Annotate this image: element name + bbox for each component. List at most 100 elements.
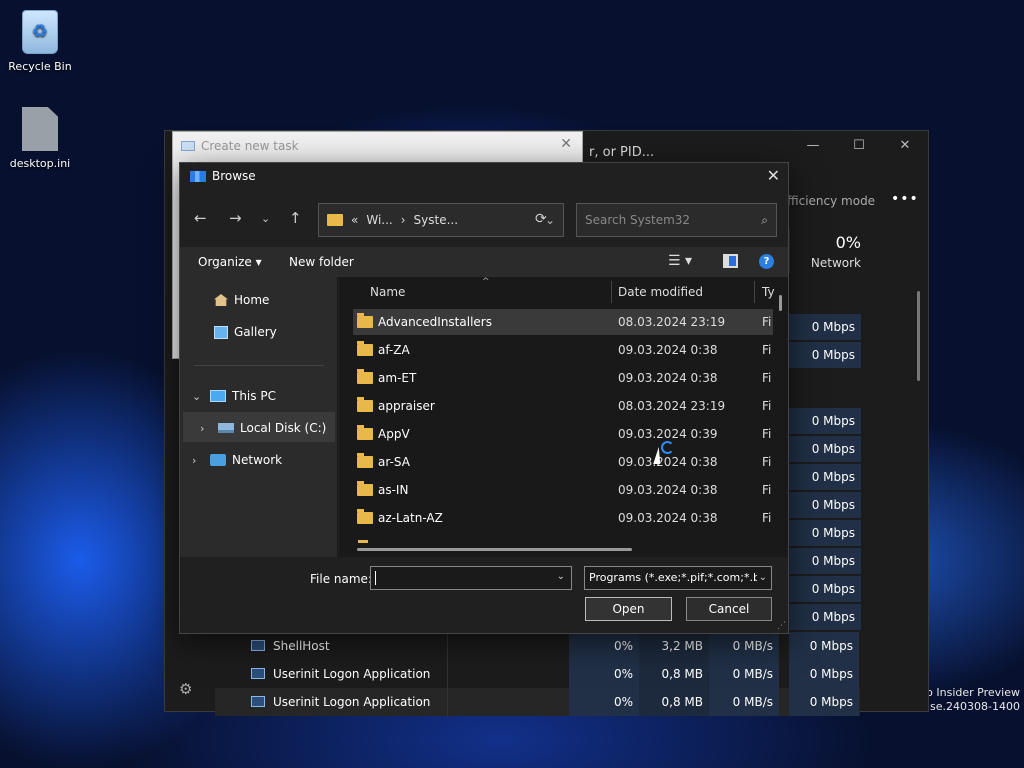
column-name[interactable]: Name	[370, 285, 405, 299]
browse-icon	[190, 170, 206, 182]
network-icon	[210, 454, 226, 466]
file-row[interactable]: ar-SA 09.03.2024 0:38 Fi	[353, 449, 773, 475]
folder-icon	[357, 313, 373, 328]
file-icon	[22, 107, 58, 151]
organize-button[interactable]: Organize ▾	[198, 255, 262, 269]
column-headers: ^ Name Date modified Ty	[339, 277, 788, 307]
view-options-icon[interactable]: ☰ ▾	[668, 253, 692, 269]
cancel-button[interactable]: Cancel	[686, 597, 772, 621]
folder-icon	[357, 341, 373, 356]
more-options-icon[interactable]: •••	[891, 191, 919, 207]
process-row[interactable]: ShellHost 0% 3,2 MB 0 MB/s 0 Mbps	[215, 632, 860, 660]
desktop-icon-label: Recycle Bin	[8, 60, 72, 73]
new-folder-button[interactable]: New folder	[289, 255, 354, 269]
folder-icon	[357, 369, 373, 384]
build-watermark: ro Insider Preview ease.240308-1400	[916, 686, 1020, 713]
recent-locations-chevron-icon[interactable]: ⌄	[261, 212, 270, 225]
nav-item-this-pc[interactable]: ⌄ This PC	[192, 389, 276, 403]
file-row[interactable]: am-ET 09.03.2024 0:38 Fi	[353, 365, 773, 391]
chevron-down-icon[interactable]: ⌄	[557, 571, 565, 582]
file-list: ^ Name Date modified Ty AdvancedInstalle…	[339, 277, 788, 557]
task-manager-search[interactable]: r, or PID...	[589, 145, 654, 160]
sort-arrow-icon: ^	[482, 277, 490, 287]
process-icon	[251, 668, 265, 679]
computer-icon	[210, 390, 226, 402]
chevron-right-icon[interactable]: ›	[200, 422, 212, 435]
process-row[interactable]: Userinit Logon Application 0% 0,8 MB 0 M…	[215, 660, 860, 688]
chevron-right-icon[interactable]: ›	[192, 454, 204, 467]
run-icon	[181, 141, 195, 151]
dialog-title: Browse	[190, 169, 256, 183]
file-name-label: File name:	[310, 572, 372, 586]
chevron-down-icon[interactable]: ⌄	[192, 390, 204, 403]
dialog-footer: File name: ⌄ Programs (*.exe;*.pif;*.com…	[180, 557, 788, 633]
up-arrow-icon[interactable]: ↑	[289, 209, 302, 227]
scrollbar[interactable]	[917, 291, 920, 381]
chevron-down-icon: ⌄	[756, 572, 767, 583]
network-cell: 0 Mbps	[789, 492, 861, 518]
file-row[interactable]: AdvancedInstallers 08.03.2024 23:19 Fi	[353, 309, 773, 335]
nav-item-local-disk[interactable]: › Local Disk (C:)	[200, 421, 326, 435]
breadcrumb-windows[interactable]: Wi...	[366, 213, 392, 227]
preview-pane-icon[interactable]	[723, 254, 738, 268]
network-cell: 0 Mbps	[789, 342, 861, 368]
desktop-icon-label: desktop.ini	[9, 157, 71, 170]
process-row[interactable]: Userinit Logon Application 0% 0,8 MB 0 M…	[215, 688, 860, 716]
minimize-icon[interactable]: —	[790, 131, 836, 163]
folder-icon	[357, 425, 373, 440]
column-date-modified[interactable]: Date modified	[618, 285, 703, 299]
network-cell: 0 Mbps	[789, 548, 861, 574]
file-row[interactable]: af-ZA 09.03.2024 0:38 Fi	[353, 337, 773, 363]
window-controls: — ☐ ✕	[790, 131, 928, 163]
recycle-bin-icon	[22, 10, 58, 54]
close-icon[interactable]: ✕	[767, 166, 780, 185]
help-icon[interactable]: ?	[759, 254, 774, 269]
toolbar: Organize ▾ New folder ☰ ▾ ?	[180, 247, 788, 277]
efficiency-mode-button[interactable]: fficiency mode	[787, 194, 875, 208]
close-icon[interactable]: ✕	[882, 131, 928, 163]
dialog-title: Create new task	[181, 139, 299, 153]
network-cell: 0 Mbps	[789, 520, 861, 546]
folder-icon	[357, 509, 373, 524]
address-bar[interactable]: « Wi... › Syste... ⌄	[318, 203, 564, 237]
file-row[interactable]: AppV 09.03.2024 0:39 Fi	[353, 421, 773, 447]
refresh-icon[interactable]: ⟳	[535, 211, 547, 227]
text-caret	[375, 571, 376, 585]
network-cell: 0 Mbps	[789, 408, 861, 434]
column-type[interactable]: Ty	[762, 285, 775, 299]
desktop-icon-recycle-bin[interactable]: Recycle Bin	[0, 10, 80, 73]
nav-item-network[interactable]: › Network	[192, 453, 282, 467]
folder-icon	[357, 397, 373, 412]
network-cell: 0 Mbps	[789, 436, 861, 462]
file-name-input[interactable]: ⌄	[370, 566, 572, 590]
network-column-header[interactable]: 0% Network	[789, 227, 861, 273]
settings-gear-icon[interactable]: ⚙	[179, 680, 192, 698]
gallery-icon	[214, 325, 228, 339]
home-icon	[214, 294, 228, 306]
desktop-icon-desktop-ini[interactable]: desktop.ini	[0, 107, 80, 170]
maximize-icon[interactable]: ☐	[836, 131, 882, 163]
file-type-select[interactable]: Programs (*.exe;*.pif;*.com;*.ba ⌄	[584, 566, 772, 590]
file-row[interactable]: az-Latn-AZ 09.03.2024 0:38 Fi	[353, 505, 773, 531]
divider	[194, 365, 324, 366]
search-input[interactable]: Search System32 ⌕	[576, 203, 777, 237]
forward-arrow-icon[interactable]: →	[229, 209, 242, 227]
file-row[interactable]: appraiser 08.03.2024 23:19 Fi	[353, 393, 773, 419]
breadcrumb-system32[interactable]: Syste...	[414, 213, 459, 227]
network-cell: 0 Mbps	[789, 314, 861, 340]
nav-item-home[interactable]: Home	[214, 293, 269, 307]
close-icon[interactable]: ✕	[560, 136, 572, 152]
horizontal-scrollbar[interactable]	[357, 548, 632, 551]
process-icon	[251, 640, 265, 651]
navigation-pane: Home Gallery ⌄ This PC › Local Disk (C:)…	[180, 277, 338, 557]
nav-item-gallery[interactable]: Gallery	[214, 325, 277, 339]
resize-grip-icon[interactable]: ⋰	[777, 621, 786, 631]
scrollbar[interactable]	[779, 295, 782, 311]
back-arrow-icon[interactable]: ←	[194, 209, 207, 227]
network-cell: 0 Mbps	[789, 464, 861, 490]
open-button[interactable]: Open	[585, 597, 672, 621]
search-icon: ⌕	[761, 212, 768, 227]
file-row[interactable]: as-IN 09.03.2024 0:38 Fi	[353, 477, 773, 503]
process-icon	[251, 696, 265, 707]
disk-icon	[218, 423, 234, 433]
